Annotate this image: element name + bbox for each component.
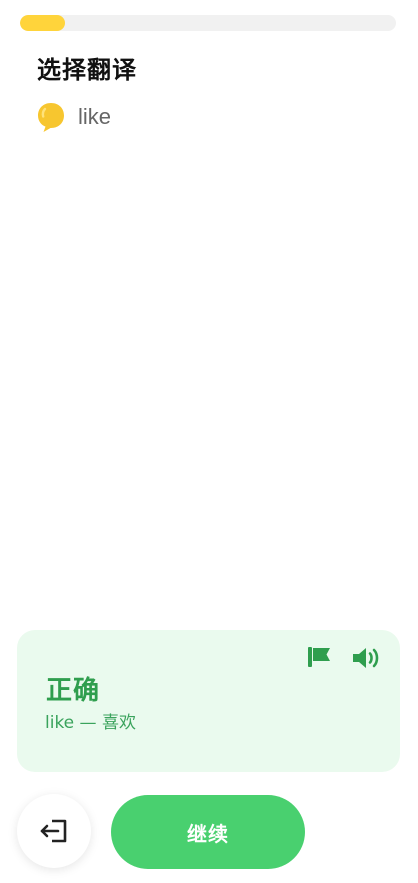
prompt-word: like bbox=[78, 104, 112, 129]
progress-fill bbox=[20, 15, 66, 31]
feedback-panel: 正确 like — 喜欢 bbox=[17, 630, 400, 772]
page-title: 选择翻译 bbox=[37, 56, 137, 84]
flag-icon[interactable] bbox=[307, 646, 331, 668]
exit-icon bbox=[40, 819, 67, 843]
progress-bar bbox=[20, 15, 396, 31]
exit-button[interactable] bbox=[17, 794, 91, 868]
prompt-word-row[interactable]: like bbox=[36, 100, 111, 134]
continue-button[interactable]: 继续 bbox=[111, 795, 305, 869]
speaker-icon[interactable] bbox=[351, 646, 383, 670]
speech-bubble-icon bbox=[38, 103, 64, 132]
result-status: 正确 bbox=[46, 676, 101, 706]
result-translation: like — 喜欢 bbox=[45, 713, 136, 733]
